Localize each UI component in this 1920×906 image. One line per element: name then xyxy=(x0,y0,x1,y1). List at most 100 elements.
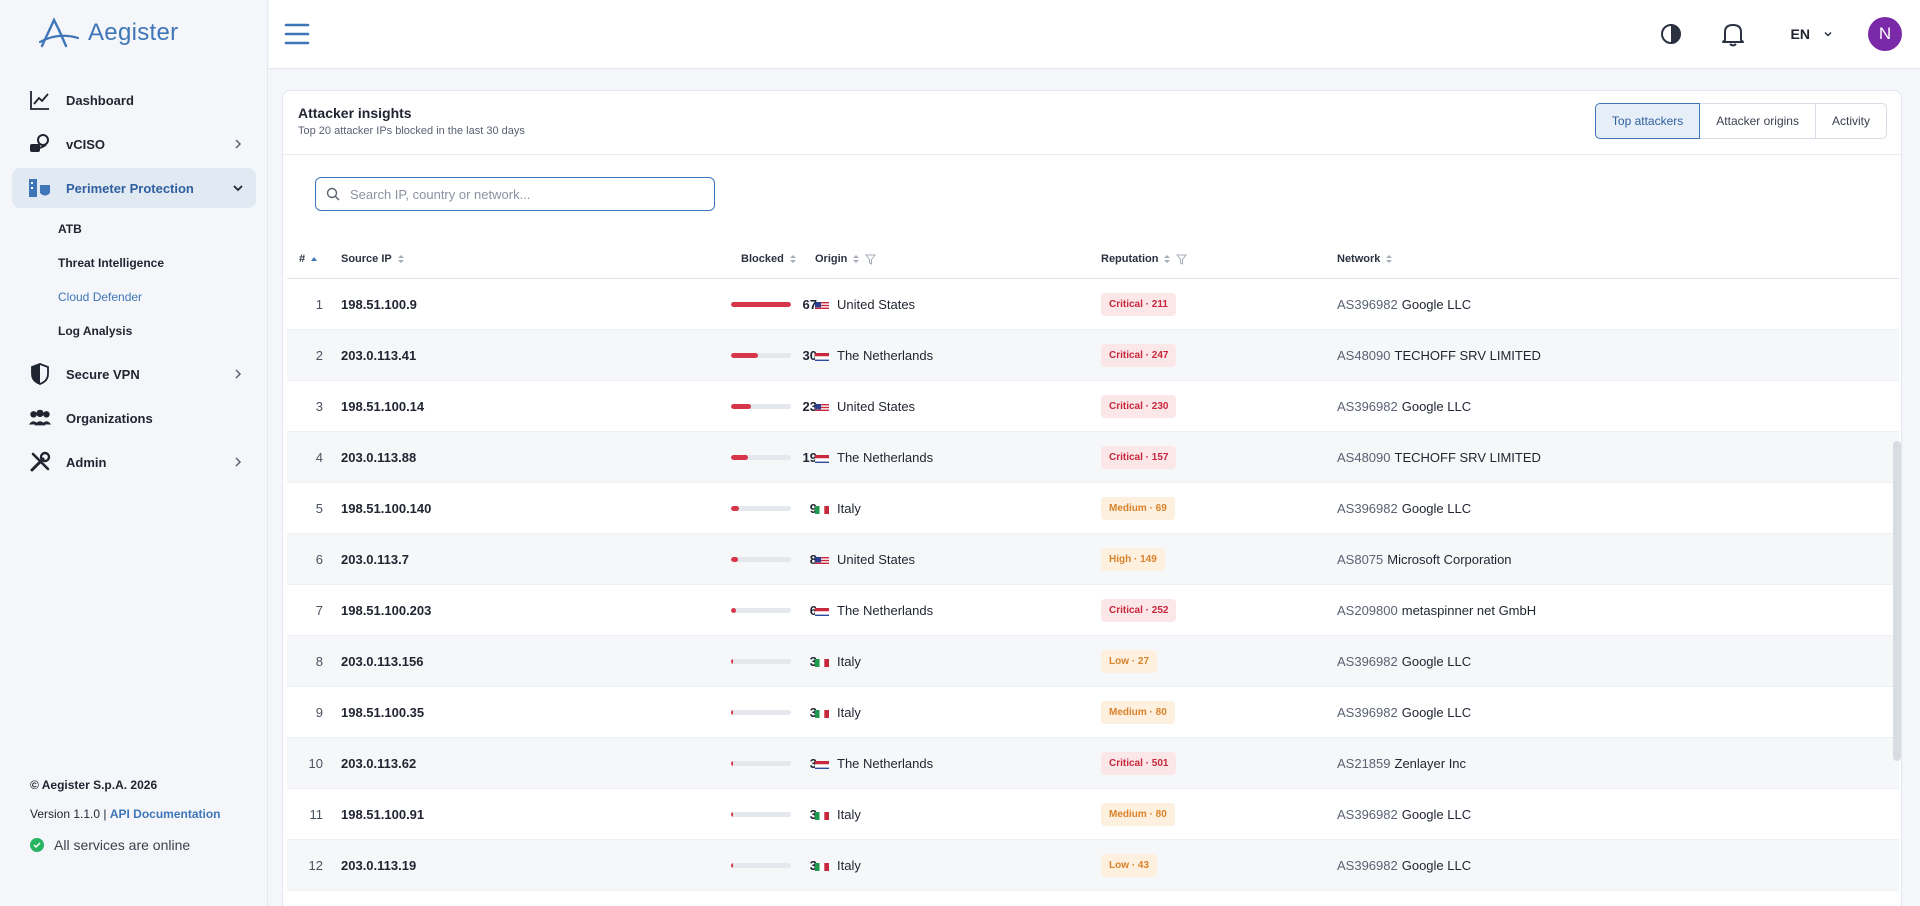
origin-cell: United States xyxy=(815,279,915,330)
scrollbar-thumb[interactable] xyxy=(1893,441,1901,761)
table-row[interactable]: 12 203.0.113.19 3 Italy Low · 43 AS396982 Goog… xyxy=(287,840,1899,891)
country-name: Italy xyxy=(837,807,861,822)
table-row[interactable]: 3 198.51.100.14 23 United States Critical · … xyxy=(287,381,1899,432)
column-header-index[interactable]: # xyxy=(299,239,318,279)
column-header-network[interactable]: Network xyxy=(1337,239,1393,279)
network-org: TECHOFF SRV LIMITED xyxy=(1394,450,1541,465)
table-row[interactable]: 11 198.51.100.91 3 Italy Medium · 80 AS396982… xyxy=(287,789,1899,840)
source-ip[interactable]: 203.0.113.19 xyxy=(341,840,416,891)
origin-cell: United States xyxy=(815,534,915,585)
filter-icon[interactable] xyxy=(865,254,877,265)
language-selector[interactable]: EN xyxy=(1791,26,1834,42)
table-row[interactable]: 4 203.0.113.88 19 The Netherlands Critical ·… xyxy=(287,432,1899,483)
perimeter-subnav: ATB Threat Intelligence Cloud Defender L… xyxy=(12,212,256,348)
subnav-item-threat-intelligence[interactable]: Threat Intelligence xyxy=(12,246,256,280)
table-row[interactable]: 10 203.0.113.62 3 The Netherlands Critical ·… xyxy=(287,738,1899,789)
origin-cell: The Netherlands xyxy=(815,585,933,636)
sidebar-item-label: Admin xyxy=(66,454,107,470)
table-row[interactable]: 1 198.51.100.9 67 United States Critical · 2… xyxy=(287,279,1899,330)
avatar[interactable]: N xyxy=(1868,17,1902,51)
blocked-cell: 23 xyxy=(687,381,817,432)
flag-nl-icon xyxy=(815,606,829,616)
subnav-item-atb[interactable]: ATB xyxy=(12,212,256,246)
chevron-right-icon xyxy=(235,369,242,379)
source-ip[interactable]: 203.0.113.88 xyxy=(341,432,416,483)
reputation-cell: Critical · 501 xyxy=(1101,738,1177,789)
network-cell: AS396982 Google LLC xyxy=(1337,636,1471,687)
view-switcher: Top attackers Attacker origins Activity xyxy=(1594,103,1887,139)
blocked-bar xyxy=(731,353,791,358)
table-row[interactable]: 7 198.51.100.203 6 The Netherlands Critical … xyxy=(287,585,1899,636)
country-name: United States xyxy=(837,297,916,312)
source-ip[interactable]: 198.51.100.203 xyxy=(341,585,431,636)
tab-activity[interactable]: Activity xyxy=(1814,103,1887,139)
country-name: Italy xyxy=(837,705,861,720)
source-ip[interactable]: 198.51.100.140 xyxy=(341,483,431,534)
table-row[interactable]: 9 198.51.100.35 3 Italy Medium · 80 AS396982 G… xyxy=(287,687,1899,738)
filter-icon[interactable] xyxy=(1176,254,1188,265)
table-row[interactable]: 5 198.51.100.140 9 Italy Medium · 69 AS396982… xyxy=(287,483,1899,534)
row-index: 12 xyxy=(308,858,323,873)
sidebar-item-vciso[interactable]: vCISO xyxy=(12,124,256,164)
network-org: Microsoft Corporation xyxy=(1387,552,1512,567)
source-ip[interactable]: 203.0.113.156 xyxy=(341,636,423,687)
blocked-bar xyxy=(731,302,791,307)
subnav-item-log-analysis[interactable]: Log Analysis xyxy=(12,314,256,348)
search-box[interactable] xyxy=(315,177,715,211)
sidebar-item-admin[interactable]: Admin xyxy=(12,442,256,482)
card-subtitle: Top 20 attacker IPs blocked in the last … xyxy=(298,125,525,137)
tab-attacker-origins[interactable]: Attacker origins xyxy=(1699,103,1816,139)
row-index: 6 xyxy=(315,552,323,567)
column-label: Source IP xyxy=(341,253,392,265)
menu-icon[interactable] xyxy=(283,20,311,48)
flag-it-icon xyxy=(815,708,829,718)
sidebar-nav: Dashboard vCISO Perimeter Protection ATB… xyxy=(12,80,256,486)
source-ip[interactable]: 198.51.100.35 xyxy=(341,687,424,738)
source-ip[interactable]: 203.0.113.62 xyxy=(341,738,416,789)
theme-toggle-icon[interactable] xyxy=(1653,16,1689,52)
blocked-bar xyxy=(731,455,791,460)
network-cell: AS48090 TECHOFF SRV LIMITED xyxy=(1337,432,1541,483)
sidebar-item-secure-vpn[interactable]: Secure VPN xyxy=(12,354,256,394)
column-header-origin[interactable]: Origin xyxy=(815,239,877,279)
reputation-cell: Medium · 80 xyxy=(1101,789,1175,840)
reputation-cell: Low · 27 xyxy=(1101,636,1158,687)
table-row[interactable]: 6 203.0.113.7 8 United States High · 149 AS80… xyxy=(287,534,1899,585)
api-documentation-link[interactable]: API Documentation xyxy=(110,807,221,821)
subnav-item-cloud-defender[interactable]: Cloud Defender xyxy=(12,280,256,314)
sidebar-item-organizations[interactable]: Organizations xyxy=(12,398,256,438)
reputation-cell: Medium · 80 xyxy=(1101,687,1175,738)
blocked-bar-fill xyxy=(731,710,734,715)
sidebar-item-dashboard[interactable]: Dashboard xyxy=(12,80,256,120)
copyright-text: © Aegister S.p.A. 2026 xyxy=(30,778,158,792)
column-header-source-ip[interactable]: Source IP xyxy=(341,239,405,279)
reputation-badge: High · 149 xyxy=(1101,548,1165,571)
blocked-bar-fill xyxy=(731,353,758,358)
search-input[interactable] xyxy=(350,186,690,202)
flag-nl-icon xyxy=(815,759,829,769)
column-header-reputation[interactable]: Reputation xyxy=(1101,239,1188,279)
card-title: Attacker insights xyxy=(298,105,412,121)
column-header-blocked[interactable]: Blocked xyxy=(741,239,797,279)
source-ip[interactable]: 203.0.113.7 xyxy=(341,534,409,585)
blocked-cell: 30 xyxy=(687,330,817,381)
asn: AS8075 xyxy=(1337,552,1384,567)
vciso-icon xyxy=(28,132,52,156)
table-row[interactable]: 8 203.0.113.156 3 Italy Low · 27 AS396982 Goog… xyxy=(287,636,1899,687)
reputation-badge: Medium · 80 xyxy=(1101,803,1175,826)
tab-top-attackers[interactable]: Top attackers xyxy=(1594,103,1701,139)
shield-icon xyxy=(28,362,52,386)
blocked-cell: 3 xyxy=(687,738,817,789)
flag-us-icon xyxy=(815,300,829,310)
brand-logo[interactable]: Aegister xyxy=(38,16,178,50)
source-ip[interactable]: 198.51.100.14 xyxy=(341,381,424,432)
source-ip[interactable]: 198.51.100.91 xyxy=(341,789,424,840)
table-row[interactable]: 2 203.0.113.41 30 The Netherlands Critical ·… xyxy=(287,330,1899,381)
sidebar-item-perimeter-protection[interactable]: Perimeter Protection xyxy=(12,168,256,208)
reputation-cell: Critical · 247 xyxy=(1101,330,1177,381)
reputation-cell: Low · 43 xyxy=(1101,840,1158,891)
source-ip[interactable]: 198.51.100.9 xyxy=(341,279,417,330)
source-ip[interactable]: 203.0.113.41 xyxy=(341,330,416,381)
blocked-bar xyxy=(731,812,791,817)
bell-icon[interactable] xyxy=(1715,16,1751,52)
